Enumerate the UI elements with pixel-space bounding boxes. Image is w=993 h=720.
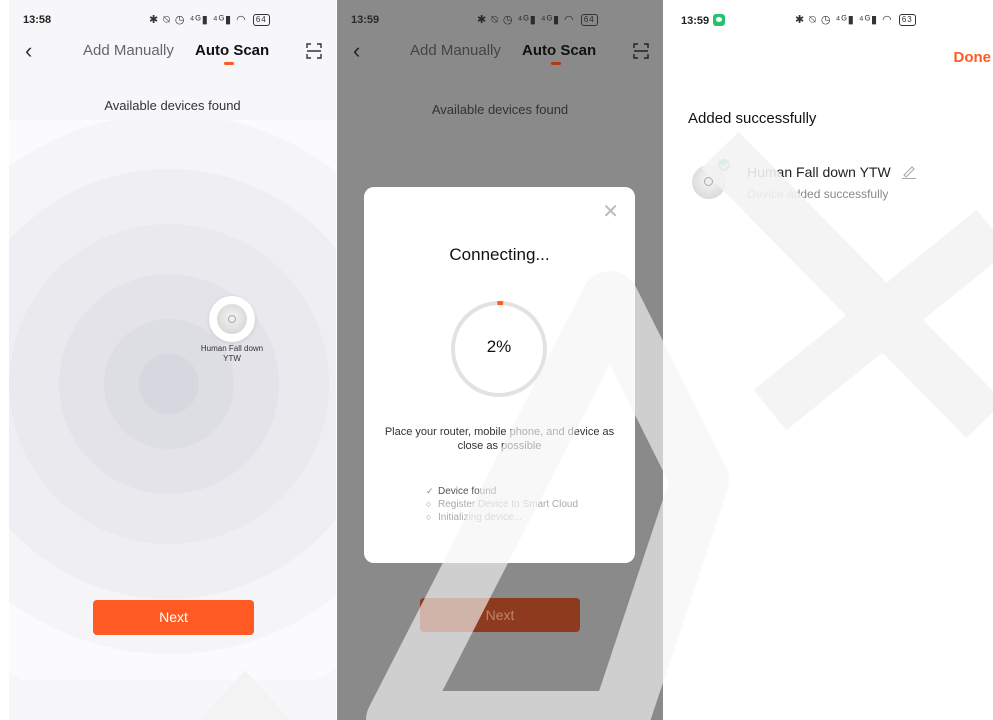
chat-app-icon: [713, 14, 726, 26]
scan-frame-icon[interactable]: [633, 43, 649, 59]
done-button[interactable]: Done: [954, 49, 992, 66]
status-bar: 13:58 ✱ ⍉ ◷ ⁴ᴳ▮ ⁴ᴳ▮ ◠ 64: [9, 12, 336, 30]
device-name: Human Fall down YTW: [747, 164, 891, 180]
found-device[interactable]: [209, 296, 255, 342]
scan-frame-icon[interactable]: [306, 43, 322, 59]
screen-auto-scan: 13:58 ✱ ⍉ ◷ ⁴ᴳ▮ ⁴ᴳ▮ ◠ 64 ‹ Add Manually …: [9, 0, 336, 720]
check-icon: ✓: [426, 486, 434, 496]
chevron-left-icon[interactable]: ‹: [25, 40, 32, 62]
pending-dot-icon: ○: [426, 512, 432, 522]
radar-rings: [9, 120, 336, 680]
top-nav: ‹ Add Manually Auto Scan: [337, 38, 663, 70]
step-initializing: ○ Initializing device...: [426, 512, 522, 523]
chevron-left-icon[interactable]: ‹: [353, 40, 360, 62]
status-time: 13:58: [23, 14, 52, 26]
battery-icon: 64: [252, 14, 270, 26]
placement-hint: Place your router, mobile phone, and dev…: [384, 426, 615, 452]
step-register-cloud: ○ Register Device to Smart Cloud: [426, 499, 579, 510]
close-icon[interactable]: ✕: [602, 199, 619, 224]
page-title: Added successfully: [688, 110, 817, 127]
screen-added-successfully: 13:59 ✱ ⍉ ◷ ⁴ᴳ▮ ⁴ᴳ▮ ◠ 63 Done Added succ…: [663, 0, 993, 720]
progress-percent: 2%: [486, 337, 512, 356]
screen-connecting: 13:59 ✱ ⍉ ◷ ⁴ᴳ▮ ⁴ᴳ▮ ◠ 64 ‹ Add Manually …: [337, 0, 663, 720]
status-bar: 13:59 ✱ ⍉ ◷ ⁴ᴳ▮ ⁴ᴳ▮ ◠ 63: [663, 12, 993, 30]
tab-active-indicator: [551, 62, 561, 65]
device-status: Device added successfully: [747, 187, 889, 201]
next-button[interactable]: Next: [93, 600, 254, 635]
status-time: 13:59: [681, 14, 726, 27]
status-bar: 13:59 ✱ ⍉ ◷ ⁴ᴳ▮ ⁴ᴳ▮ ◠ 64: [337, 12, 663, 30]
tab-active-indicator: [224, 62, 234, 65]
step-device-found: ✓ Device found: [426, 486, 497, 497]
next-button[interactable]: Next: [420, 598, 580, 632]
found-title: Available devices found: [104, 98, 241, 113]
tab-auto-scan[interactable]: Auto Scan: [195, 42, 269, 59]
battery-icon: 63: [898, 14, 916, 26]
found-device-name: Human Fall down YTW: [200, 344, 264, 363]
pencil-edit-icon[interactable]: [901, 163, 917, 179]
battery-icon: 64: [580, 14, 598, 26]
status-icons: ✱ ⍉ ◷ ⁴ᴳ▮ ⁴ᴳ▮ ◠ 64: [477, 13, 598, 27]
status-icons: ✱ ⍉ ◷ ⁴ᴳ▮ ⁴ᴳ▮ ◠ 64: [149, 13, 270, 27]
sensor-device-icon: [217, 304, 247, 334]
dialog-title: Connecting...: [449, 245, 550, 264]
connection-steps: ✓ Device found ○ Register Device to Smart …: [426, 485, 578, 524]
tab-auto-scan[interactable]: Auto Scan: [522, 42, 596, 59]
top-nav: ‹ Add Manually Auto Scan: [9, 38, 336, 70]
status-icons: ✱ ⍉ ◷ ⁴ᴳ▮ ⁴ᴳ▮ ◠ 63: [795, 13, 916, 27]
tab-add-manually[interactable]: Add Manually: [83, 42, 174, 59]
found-title: Available devices found: [431, 102, 569, 117]
check-circle-icon: [717, 158, 731, 172]
tab-add-manually[interactable]: Add Manually: [410, 42, 501, 59]
status-time: 13:59: [351, 14, 380, 26]
pending-dot-icon: ○: [426, 499, 432, 509]
connecting-dialog: ✕ Connecting... 2% Place your router, mo…: [364, 187, 635, 563]
